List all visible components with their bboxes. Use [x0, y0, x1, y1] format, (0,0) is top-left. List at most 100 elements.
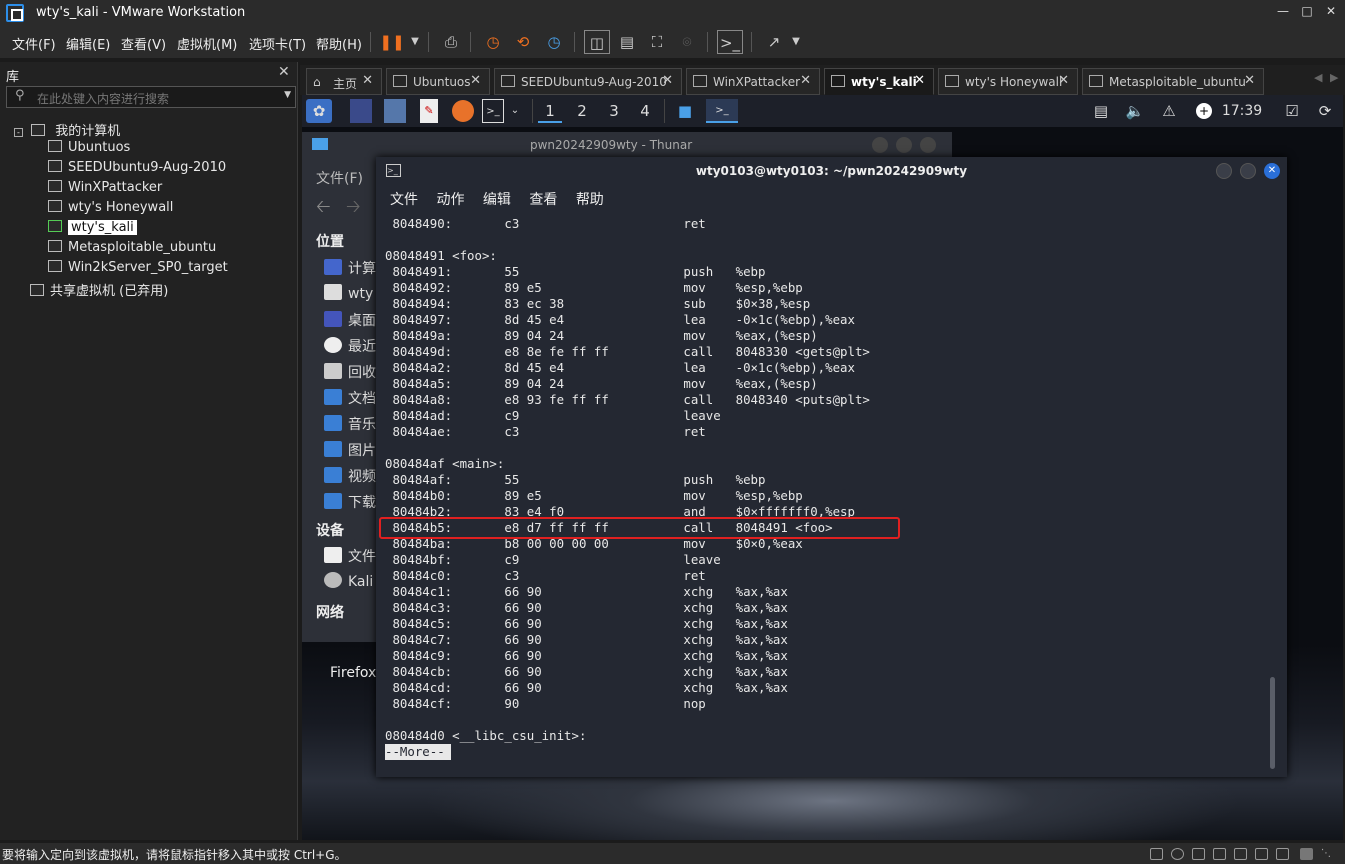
- snapshot-manager-icon[interactable]: ◷: [541, 30, 567, 54]
- maximize-button[interactable]: [896, 137, 912, 153]
- chevron-down-icon[interactable]: ▼: [783, 30, 809, 54]
- place-item[interactable]: 计算: [324, 258, 376, 278]
- close-button[interactable]: [920, 137, 936, 153]
- close-icon[interactable]: ✕: [914, 73, 925, 88]
- unity-icon[interactable]: ⌾: [674, 30, 700, 54]
- menu-edit[interactable]: 编辑(E): [66, 34, 110, 53]
- place-item[interactable]: 文档: [324, 388, 376, 408]
- workspace-2[interactable]: 2: [570, 99, 594, 123]
- chevron-down-icon[interactable]: ⌄: [508, 99, 522, 123]
- menu-help[interactable]: 帮助(H): [316, 34, 362, 53]
- workspace-1[interactable]: 1: [538, 99, 562, 123]
- text-editor-icon[interactable]: ✎: [420, 99, 438, 123]
- firefox-icon[interactable]: [452, 100, 474, 122]
- sound-card-icon[interactable]: [1234, 848, 1247, 860]
- menu-vm[interactable]: 虚拟机(M): [177, 34, 237, 53]
- close-icon[interactable]: ✕: [1058, 73, 1069, 88]
- thunar-menu-file[interactable]: 文件(F): [316, 168, 363, 188]
- close-icon[interactable]: ✕: [800, 73, 811, 88]
- place-item[interactable]: wty: [324, 284, 373, 302]
- terminal-icon[interactable]: >_: [482, 99, 504, 123]
- tree-item-vm[interactable]: Metasploitable_ubuntu: [48, 240, 216, 255]
- snapshot-icon[interactable]: ◷: [480, 30, 506, 54]
- display-icon[interactable]: [1276, 848, 1289, 860]
- tree-root-my-computer[interactable]: - 我的计算机: [14, 120, 120, 139]
- thumbnail-bar-icon[interactable]: ▤: [614, 30, 640, 54]
- workspace-3[interactable]: 3: [602, 99, 626, 123]
- show-desktop-icon[interactable]: [350, 99, 372, 123]
- tree-item-vm-selected[interactable]: wty's_kali: [48, 220, 137, 235]
- fullscreen-icon[interactable]: ⛶: [644, 30, 670, 54]
- close-icon[interactable]: ✕: [662, 73, 673, 88]
- chevron-down-icon[interactable]: ▼: [284, 90, 291, 100]
- terminal-window[interactable]: wty0103@wty0103: ~/pwn20242909wty >_ ✕ 文…: [376, 157, 1287, 777]
- tab-vm[interactable]: Ubuntuos ✕: [386, 68, 490, 95]
- collapse-icon[interactable]: -: [14, 128, 23, 137]
- device-item[interactable]: Kali: [324, 572, 373, 590]
- tree-item-vm[interactable]: Win2kServer_SP0_target: [48, 260, 228, 275]
- close-button[interactable]: ✕: [1320, 4, 1342, 22]
- console-view-icon[interactable]: >_: [717, 30, 743, 54]
- kali-menu-icon[interactable]: ✿: [306, 99, 332, 123]
- place-item[interactable]: 回收: [324, 362, 376, 382]
- file-manager-icon[interactable]: [384, 99, 406, 123]
- tab-scroll-right-icon[interactable]: ▶: [1330, 71, 1338, 84]
- device-item[interactable]: 文件: [324, 546, 376, 566]
- close-icon[interactable]: ✕: [1244, 73, 1255, 88]
- menu-view[interactable]: 查看(V): [121, 34, 166, 53]
- resize-grip-icon[interactable]: ⋱: [1321, 848, 1334, 860]
- message-icon[interactable]: [1300, 848, 1313, 860]
- send-ctrl-alt-del-icon[interactable]: ⎙: [438, 30, 464, 54]
- tab-vm[interactable]: wty's Honeywall ✕: [938, 68, 1078, 95]
- library-search-input[interactable]: ⚲ 在此处键入内容进行搜索 ▼: [6, 86, 296, 108]
- tree-item-vm[interactable]: SEEDUbuntu9-Aug-2010: [48, 160, 226, 175]
- menu-file[interactable]: 文件(F): [12, 34, 56, 53]
- tree-item-vm[interactable]: wty's Honeywall: [48, 200, 173, 215]
- network-adapter-icon[interactable]: [1192, 848, 1205, 860]
- power-manager-icon[interactable]: +: [1196, 103, 1212, 119]
- minimize-button[interactable]: [872, 137, 888, 153]
- chevron-down-icon[interactable]: ▼: [402, 30, 428, 54]
- thunar-task-icon[interactable]: ■: [674, 99, 696, 123]
- tab-vm[interactable]: WinXPattacker ✕: [686, 68, 820, 95]
- tab-vm[interactable]: SEEDUbuntu9-Aug-2010 ✕: [494, 68, 682, 95]
- close-icon[interactable]: ✕: [278, 64, 290, 80]
- back-arrow-icon[interactable]: 🡠: [316, 194, 331, 224]
- close-icon[interactable]: ✕: [362, 73, 373, 88]
- place-item[interactable]: 下载: [324, 492, 376, 512]
- tab-vm[interactable]: Metasploitable_ubuntu ✕: [1082, 68, 1264, 95]
- hard-disk-icon[interactable]: [1150, 848, 1163, 860]
- place-item[interactable]: 音乐: [324, 414, 376, 434]
- place-item[interactable]: 桌面: [324, 310, 376, 330]
- place-item[interactable]: 图片: [324, 440, 376, 460]
- display-icon[interactable]: ▤: [1090, 99, 1112, 123]
- volume-icon[interactable]: 🔈: [1124, 99, 1146, 123]
- library-toggle-icon[interactable]: ◫: [584, 30, 610, 54]
- lock-icon[interactable]: ☑: [1282, 99, 1302, 123]
- cd-rom-icon[interactable]: [1171, 848, 1184, 860]
- terminal-task-icon[interactable]: >_: [706, 99, 738, 123]
- usb-icon[interactable]: [1213, 848, 1226, 860]
- menu-tabs[interactable]: 选项卡(T): [249, 34, 306, 53]
- close-icon[interactable]: ✕: [470, 73, 481, 88]
- revert-snapshot-icon[interactable]: ⟲: [510, 30, 536, 54]
- terminal-output[interactable]: 8048490: c3 ret 08048491 <foo>: 8048491: …: [376, 157, 1287, 777]
- terminal-scrollbar[interactable]: [1270, 677, 1275, 769]
- tab-home[interactable]: ⌂ 主页 ✕: [306, 68, 382, 95]
- tab-vm-active[interactable]: wty's_kali ✕: [824, 68, 934, 95]
- logout-icon[interactable]: ⟳: [1314, 99, 1336, 123]
- clock[interactable]: 17:39: [1220, 99, 1264, 123]
- maximize-button[interactable]: □: [1296, 4, 1318, 22]
- notification-bell-icon[interactable]: ⚠: [1158, 99, 1180, 123]
- tab-scroll-left-icon[interactable]: ◀: [1314, 71, 1322, 84]
- printer-icon[interactable]: [1255, 848, 1268, 860]
- place-item[interactable]: 最近: [324, 336, 376, 356]
- place-item[interactable]: 视频: [324, 466, 376, 486]
- vm-display[interactable]: ✿ ✎ >_ ⌄ 1 2 3 4 ■ >_ ▤ 🔈 ⚠ + 17:39 ☑ ⟳ …: [302, 95, 1343, 840]
- workspace-4[interactable]: 4: [633, 99, 657, 123]
- minimize-button[interactable]: —: [1272, 4, 1294, 22]
- desktop-firefox-label[interactable]: Firefox: [330, 665, 376, 681]
- forward-arrow-icon[interactable]: 🡢: [346, 194, 361, 224]
- tree-item-vm[interactable]: WinXPattacker: [48, 180, 162, 195]
- tree-item-shared[interactable]: 共享虚拟机 (已弃用): [30, 280, 168, 299]
